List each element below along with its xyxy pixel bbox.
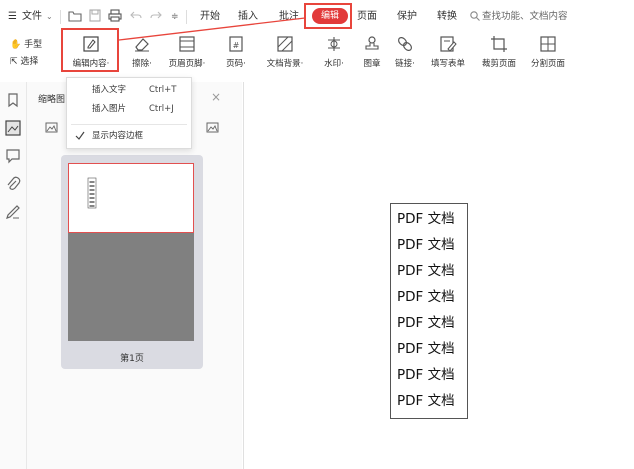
watermark-button[interactable]: 水印· [316, 35, 352, 69]
highlight-frame [61, 28, 119, 72]
edit-content-dropdown: 插入文字 Ctrl+T 插入图片 Ctrl+J 显示内容边框 [66, 77, 192, 149]
crop-page-icon [491, 36, 507, 52]
select-tool-label: 选择 [20, 57, 39, 67]
text-line[interactable]: PDF 文档 [397, 340, 455, 358]
menu-item-label: 显示内容边框 [92, 131, 144, 141]
menu-item-show-content-border[interactable]: 显示内容边框 [67, 126, 191, 146]
split-page-icon [540, 36, 556, 52]
panel-title: 缩略图 [38, 95, 66, 105]
hamburger-menu-icon[interactable]: ☰ [8, 9, 17, 25]
hand-tool-label: 手型 [24, 40, 43, 50]
fill-form-icon [440, 36, 457, 52]
page-number-label: 页码· [226, 59, 246, 69]
attachment-icon[interactable] [5, 176, 21, 192]
hand-tool[interactable]: ✋ 手型 [10, 37, 42, 50]
hand-icon: ✋ [10, 40, 22, 50]
tab-insert[interactable]: 插入 [238, 9, 258, 25]
signature-icon[interactable] [5, 204, 21, 220]
erase-button[interactable]: 擦除· [124, 35, 160, 69]
print-icon[interactable] [108, 9, 122, 22]
chevron-down-icon[interactable]: ⌄ [46, 9, 53, 25]
close-icon[interactable]: × [211, 90, 221, 104]
split-page-label: 分割页面 [530, 59, 565, 69]
menu-item-shortcut: Ctrl+J [149, 104, 174, 114]
text-line[interactable]: PDF 文档 [397, 210, 455, 228]
text-line[interactable]: PDF 文档 [397, 262, 455, 280]
page-thumbnail-card[interactable]: 第1页 [61, 155, 203, 369]
page-number-button[interactable]: # 页码· [218, 35, 254, 69]
eraser-icon [135, 38, 149, 52]
text-line[interactable]: PDF 文档 [397, 366, 455, 384]
watermark-label: 水印· [324, 59, 344, 69]
select-tool[interactable]: ⇱ 选择 [10, 54, 38, 67]
save-icon[interactable] [89, 9, 101, 22]
background-icon [277, 36, 293, 52]
header-footer-label: 页眉页脚· [168, 59, 206, 69]
tab-edit[interactable]: 编辑 [312, 8, 348, 24]
tab-comment[interactable]: 批注 [279, 9, 299, 25]
undo-icon[interactable] [130, 10, 142, 21]
search-input[interactable]: 查找功能、文档内容 [482, 9, 568, 25]
image-view-large-icon[interactable] [206, 122, 219, 133]
menu-item-insert-text[interactable]: 插入文字 Ctrl+T [67, 80, 191, 100]
image-view-icon[interactable] [45, 122, 58, 133]
text-line[interactable]: PDF 文档 [397, 314, 455, 332]
text-line[interactable]: PDF 文档 [397, 288, 455, 306]
document-canvas[interactable]: PDF 文档 PDF 文档 PDF 文档 PDF 文档 PDF 文档 PDF 文… [243, 82, 634, 469]
file-menu[interactable]: 文件 [22, 9, 42, 25]
stamp-icon [365, 36, 379, 50]
header-footer-icon [179, 36, 195, 52]
link-button[interactable]: 链接· [387, 35, 423, 69]
crop-page-button[interactable]: 裁剪页面 [477, 35, 521, 69]
thumbnail-content-area [68, 163, 194, 233]
thumbnail-text-lines [87, 177, 97, 209]
text-line[interactable]: PDF 文档 [397, 236, 455, 254]
link-label: 链接· [395, 59, 415, 69]
page-number-icon: # [229, 36, 243, 52]
checkmark-icon [75, 131, 85, 140]
left-icon-bar [0, 82, 27, 469]
stamp-button[interactable]: 图章 [356, 35, 388, 69]
menu-item-label: 插入文字 [92, 85, 127, 95]
stamp-label: 图章 [363, 59, 381, 69]
bookmark-icon[interactable] [5, 92, 21, 108]
redo-icon[interactable] [150, 10, 162, 21]
menu-item-insert-image[interactable]: 插入图片 Ctrl+J [67, 99, 191, 119]
fill-form-label: 填写表单 [430, 59, 465, 69]
tab-protect[interactable]: 保护 [397, 9, 417, 25]
divider [186, 10, 187, 24]
background-button[interactable]: 文档背景· [260, 35, 310, 69]
tab-page[interactable]: 页面 [357, 9, 377, 25]
tab-convert[interactable]: 转换 [437, 9, 457, 25]
cursor-arrow-icon: ⇱ [10, 57, 18, 67]
page-number-label: 第1页 [120, 354, 144, 364]
header-footer-button[interactable]: 页眉页脚· [163, 35, 211, 69]
text-line[interactable]: PDF 文档 [397, 392, 455, 410]
page-thumbnail[interactable] [68, 163, 194, 341]
menu-divider [71, 124, 187, 125]
customize-quick-access-icon[interactable]: ≑ [171, 9, 179, 25]
tab-home[interactable]: 开始 [200, 9, 220, 25]
menu-item-shortcut: Ctrl+T [149, 85, 177, 95]
fill-form-button[interactable]: 填写表单 [426, 35, 470, 69]
svg-text:#: # [233, 41, 240, 50]
thumbnail-icon[interactable] [5, 120, 21, 136]
background-label: 文档背景· [266, 59, 304, 69]
link-icon [397, 36, 413, 52]
open-folder-icon[interactable] [68, 10, 82, 22]
erase-label: 擦除· [132, 59, 152, 69]
divider [60, 10, 61, 24]
split-page-button[interactable]: 分割页面 [526, 35, 570, 69]
menu-item-label: 插入图片 [92, 104, 127, 114]
crop-page-label: 裁剪页面 [481, 59, 516, 69]
watermark-icon [328, 37, 340, 51]
comment-icon[interactable] [5, 148, 21, 164]
text-content-box[interactable]: PDF 文档 PDF 文档 PDF 文档 PDF 文档 PDF 文档 PDF 文… [390, 203, 468, 419]
search-icon[interactable] [470, 11, 480, 21]
